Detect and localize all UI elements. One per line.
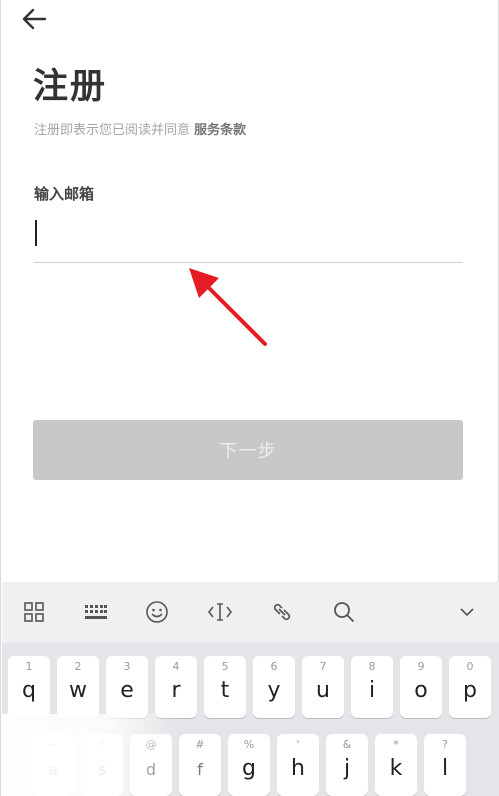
email-field[interactable]: [34, 212, 463, 263]
arrow-left-icon: [22, 8, 47, 30]
key-y[interactable]: 6 y: [253, 656, 295, 718]
key-i[interactable]: 8 i: [351, 656, 393, 718]
text-caret: [35, 220, 37, 246]
terms-of-service-link[interactable]: 服务条款: [194, 123, 246, 138]
key-j[interactable]: & j: [326, 734, 368, 796]
key-w[interactable]: 2 w: [57, 656, 99, 718]
key-t[interactable]: 5 t: [204, 656, 246, 718]
next-step-button[interactable]: 下一步: [33, 420, 463, 480]
soft-keyboard: 1 q 2 w 3 e 4 r 5 t 6 y 7 u 8 i 9 o 0 p …: [2, 582, 499, 796]
key-g[interactable]: % g: [228, 734, 270, 796]
key-k[interactable]: * k: [375, 734, 417, 796]
key-u[interactable]: 7 u: [302, 656, 344, 718]
key-p[interactable]: 0 p: [449, 656, 491, 718]
keyboard-keys: 1 q 2 w 3 e 4 r 5 t 6 y 7 u 8 i 9 o 0 p …: [2, 644, 499, 796]
annotation-arrow-icon: [189, 268, 267, 346]
key-h[interactable]: ' h: [277, 734, 319, 796]
emoji-icon[interactable]: [141, 596, 173, 628]
key-a[interactable]: ~ a: [32, 734, 74, 796]
link-icon[interactable]: [266, 596, 298, 628]
key-d[interactable]: @ d: [130, 734, 172, 796]
key-l[interactable]: ? l: [424, 734, 466, 796]
text-cursor-icon[interactable]: [204, 596, 236, 628]
key-o[interactable]: 9 o: [400, 656, 442, 718]
back-button[interactable]: [19, 4, 49, 34]
agreement-text: 注册即表示您已阅读并同意 服务条款: [34, 119, 246, 138]
key-r[interactable]: 4 r: [155, 656, 197, 718]
page-title: 注册: [33, 66, 108, 107]
chevron-down-icon[interactable]: [451, 596, 483, 628]
register-screen: 注册 注册即表示您已阅读并同意 服务条款 输入邮箱 下一步 1 q 2 w 3 …: [0, 0, 499, 796]
key-e[interactable]: 3 e: [106, 656, 148, 718]
key-f[interactable]: # f: [179, 734, 221, 796]
email-input[interactable]: [34, 212, 463, 262]
email-label: 输入邮箱: [34, 185, 95, 203]
grid-icon[interactable]: [18, 596, 50, 628]
key-q[interactable]: 1 q: [8, 656, 50, 718]
keyboard-toolbar: [2, 582, 499, 642]
search-icon[interactable]: [328, 596, 360, 628]
agreement-prefix: 注册即表示您已阅读并同意: [34, 123, 191, 138]
keyboard-icon[interactable]: [80, 596, 112, 628]
key-s[interactable]: ! s: [81, 734, 123, 796]
